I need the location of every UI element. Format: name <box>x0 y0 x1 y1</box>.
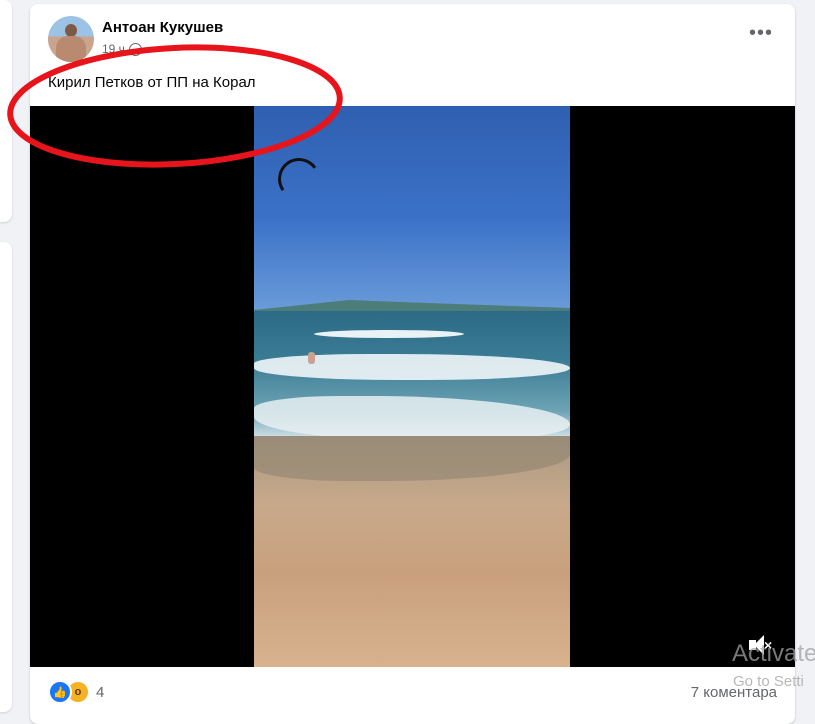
video-player[interactable]: × <box>30 106 795 667</box>
post-footer: 👍 o 4 7 коментара <box>30 676 795 706</box>
activation-watermark-subtitle: Go to Setti <box>733 673 804 690</box>
author-name[interactable]: Антоан Кукушев <box>102 19 223 36</box>
side-card-top <box>0 0 12 222</box>
like-icon: 👍 <box>48 680 72 704</box>
more-options-button[interactable]: ••• <box>749 23 773 43</box>
reaction-count: 4 <box>96 683 105 701</box>
video-frame <box>254 106 570 667</box>
post-timestamp[interactable]: 19 ч <box>102 42 125 56</box>
post-text: Кирил Петков от ПП на Корал <box>48 74 256 91</box>
swimmer-figure <box>308 352 315 364</box>
video-foam <box>314 330 464 338</box>
avatar[interactable] <box>48 16 94 62</box>
avatar-body <box>56 36 86 62</box>
video-foam <box>254 354 570 380</box>
video-controls: × <box>30 627 795 667</box>
activation-watermark-title: Activate <box>732 640 815 667</box>
post-card: Антоан Кукушев 19 ч ••• Кирил Петков от … <box>30 4 795 724</box>
video-sky <box>254 106 570 311</box>
post-meta: 19 ч <box>102 42 142 56</box>
globe-icon <box>128 42 142 56</box>
reactions-summary[interactable]: 👍 o 4 <box>48 680 104 704</box>
side-card-bottom <box>0 242 12 712</box>
